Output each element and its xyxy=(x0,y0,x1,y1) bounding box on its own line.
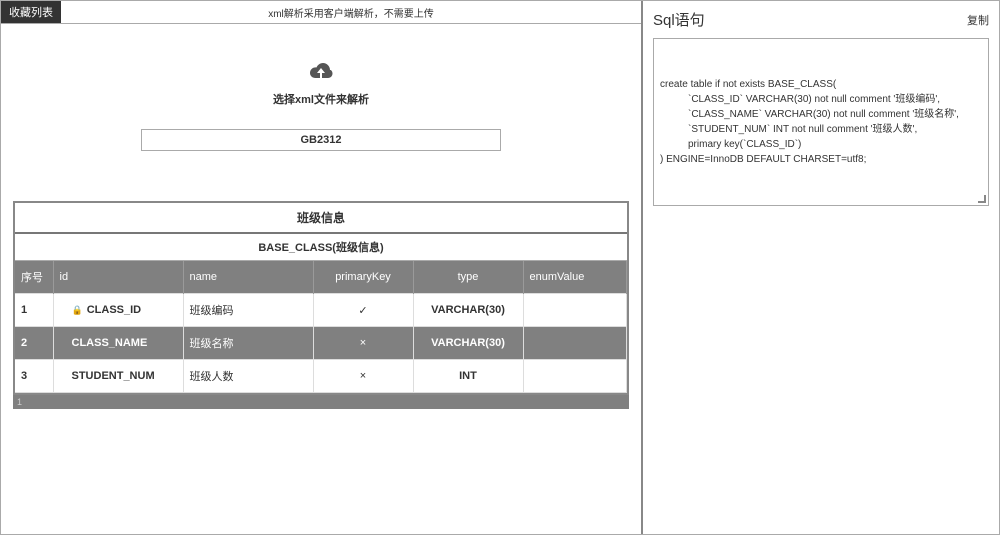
upload-area[interactable]: 选择xml文件来解析 xyxy=(141,42,501,117)
cell-name: 班级名称 xyxy=(183,327,313,360)
cell-pk: × xyxy=(313,327,413,360)
cell-idx: 2 xyxy=(15,327,53,360)
sql-header: Sql语句 复制 xyxy=(653,7,989,32)
notice-text: xml解析采用客户端解析，不需要上传 xyxy=(61,2,641,23)
sql-line: primary key(`CLASS_ID`) xyxy=(660,137,982,152)
cell-type: VARCHAR(30) xyxy=(413,294,523,327)
table-row[interactable]: 1🔒CLASS_ID班级编码✓VARCHAR(30) xyxy=(15,294,627,327)
fields-table: 序号 id name primaryKey type enumValue 1🔒C… xyxy=(15,261,627,393)
col-pk-header[interactable]: primaryKey xyxy=(313,261,413,294)
table-title: 班级信息 xyxy=(15,203,627,234)
cell-type: VARCHAR(30) xyxy=(413,327,523,360)
cloud-upload-icon xyxy=(306,60,336,87)
resize-handle-icon[interactable] xyxy=(976,193,986,203)
sql-textarea[interactable]: create table if not exists BASE_CLASS(`C… xyxy=(653,38,989,206)
table-row[interactable]: 3STUDENT_NUM班级人数×INT xyxy=(15,360,627,393)
col-type-header[interactable]: type xyxy=(413,261,523,294)
cell-name: 班级编码 xyxy=(183,294,313,327)
sql-line: ) ENGINE=InnoDB DEFAULT CHARSET=utf8; xyxy=(660,152,982,167)
table-block: 班级信息 BASE_CLASS(班级信息) 序号 id name primary… xyxy=(13,201,629,395)
col-idx-header[interactable]: 序号 xyxy=(15,261,53,294)
cell-name: 班级人数 xyxy=(183,360,313,393)
cell-id: 🔒CLASS_ID xyxy=(53,294,183,327)
sql-line: `CLASS_ID` VARCHAR(30) not null comment … xyxy=(660,92,982,107)
col-name-header[interactable]: name xyxy=(183,261,313,294)
sql-line: `CLASS_NAME` VARCHAR(30) not null commen… xyxy=(660,107,982,122)
sql-line: create table if not exists BASE_CLASS( xyxy=(660,77,982,92)
app-root: 收藏列表 xml解析采用客户端解析，不需要上传 选择xml文件来解析 GB231… xyxy=(0,0,1000,535)
lock-icon: 🔒 xyxy=(72,305,83,315)
table-name: BASE_CLASS(班级信息) xyxy=(15,234,627,261)
table-header-row: 序号 id name primaryKey type enumValue xyxy=(15,261,627,294)
cell-idx: 1 xyxy=(15,294,53,327)
cell-enum xyxy=(523,294,627,327)
cell-id: CLASS_NAME xyxy=(53,327,183,360)
cell-pk: ✓ xyxy=(313,294,413,327)
table-row[interactable]: 2CLASS_NAME班级名称×VARCHAR(30) xyxy=(15,327,627,360)
cell-idx: 3 xyxy=(15,360,53,393)
favorites-button[interactable]: 收藏列表 xyxy=(1,1,61,23)
cell-enum xyxy=(523,327,627,360)
sql-line: `STUDENT_NUM` INT not null comment '班级人数… xyxy=(660,122,982,137)
topbar: 收藏列表 xml解析采用客户端解析，不需要上传 xyxy=(1,1,641,24)
cell-id: STUDENT_NUM xyxy=(53,360,183,393)
upload-label: 选择xml文件来解析 xyxy=(141,91,501,107)
left-panel: 收藏列表 xml解析采用客户端解析，不需要上传 选择xml文件来解析 GB231… xyxy=(1,1,641,534)
sql-panel: Sql语句 复制 create table if not exists BASE… xyxy=(641,1,999,534)
cell-enum xyxy=(523,360,627,393)
sql-title: Sql语句 xyxy=(653,9,705,30)
col-enum-header[interactable]: enumValue xyxy=(523,261,627,294)
col-id-header[interactable]: id xyxy=(53,261,183,294)
cell-pk: × xyxy=(313,360,413,393)
encoding-select[interactable]: GB2312 xyxy=(141,129,501,151)
cell-type: INT xyxy=(413,360,523,393)
footer-bar: 1 xyxy=(13,395,629,409)
copy-button[interactable]: 复制 xyxy=(967,12,989,28)
